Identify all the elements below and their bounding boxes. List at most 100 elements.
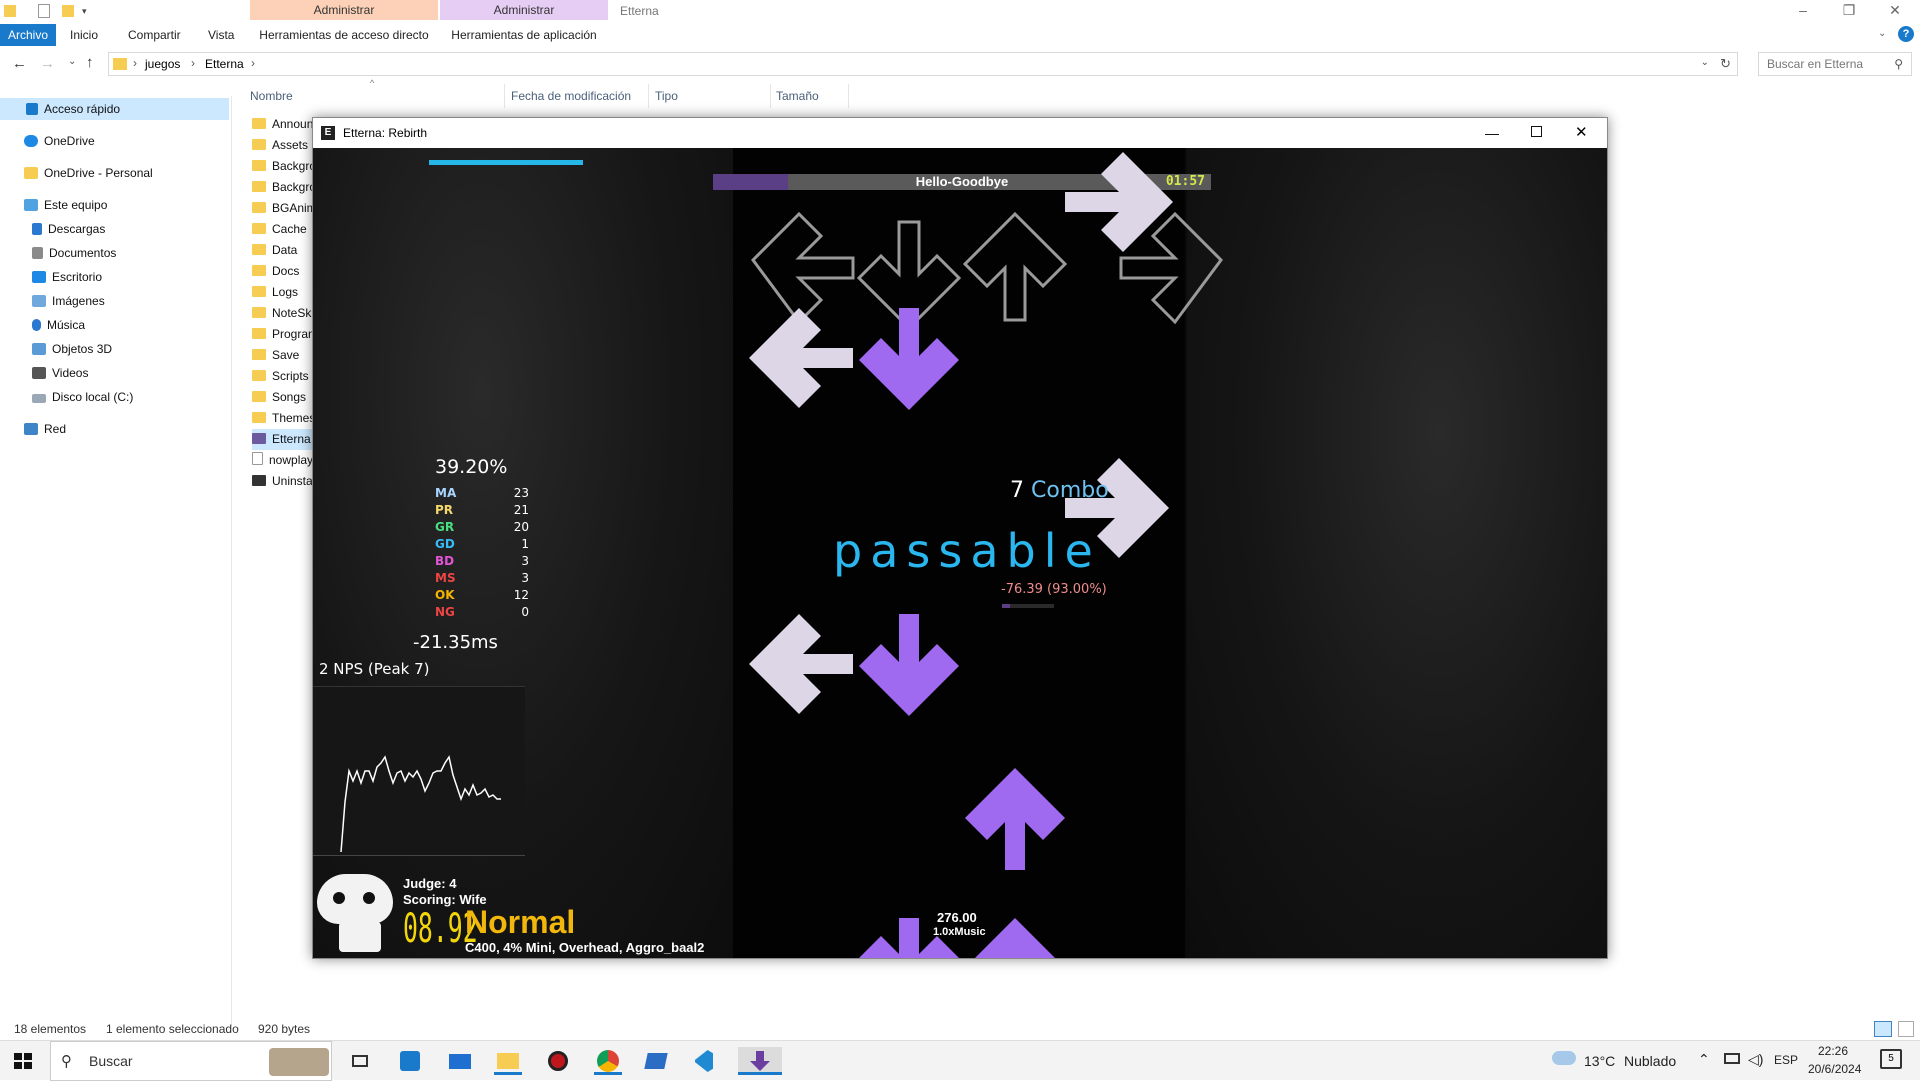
address-dropdown-icon[interactable]: ⌄ — [1701, 57, 1709, 68]
start-button[interactable] — [10, 1047, 38, 1075]
tab-shortcut-tools[interactable]: Herramientas de acceso directo — [250, 24, 438, 46]
task-view-icon[interactable] — [346, 1047, 374, 1075]
nav-onedrive[interactable]: OneDrive — [24, 130, 95, 152]
nav-desktop[interactable]: Escritorio — [32, 266, 102, 288]
address-bar[interactable]: › juegos › Etterna › ⌄ ↻ — [108, 52, 1738, 76]
game-title-bar[interactable]: E Etterna: Rebirth — ✕ — [313, 118, 1607, 148]
refresh-icon[interactable]: ↻ — [1720, 56, 1731, 72]
folder-icon[interactable] — [4, 5, 16, 17]
file-explorer-taskbar-icon[interactable] — [494, 1047, 522, 1075]
tab-app-tools[interactable]: Herramientas de aplicación — [440, 24, 608, 46]
up-arrow-icon[interactable]: ↑ — [86, 54, 94, 71]
nav-this-pc[interactable]: Este equipo — [24, 194, 107, 216]
search-icon: ⚲ — [61, 1053, 72, 1070]
judgment-value: 23 — [513, 486, 529, 500]
breadcrumb-etterna[interactable]: Etterna — [205, 57, 244, 71]
store-glyph — [400, 1051, 420, 1071]
nav-3d-objects[interactable]: Objetos 3D — [32, 338, 112, 360]
column-separator[interactable] — [504, 84, 505, 108]
column-type[interactable]: Tipo — [655, 86, 678, 106]
nav-onedrive-personal[interactable]: OneDrive - Personal — [24, 162, 153, 184]
breadcrumb-juegos[interactable]: juegos — [145, 57, 180, 71]
folder-icon — [252, 139, 266, 150]
close-button[interactable]: ✕ — [1575, 118, 1588, 148]
file-name: Docs — [272, 264, 300, 278]
taskbar-search[interactable]: ⚲ Buscar — [50, 1041, 332, 1081]
notifications-icon[interactable]: 5 — [1880, 1049, 1902, 1069]
mail-icon[interactable] — [446, 1047, 474, 1075]
column-separator[interactable] — [848, 84, 849, 108]
new-folder-icon[interactable] — [62, 5, 74, 17]
clock-date[interactable]: 20/6/2024 — [1808, 1062, 1861, 1076]
judgment-label: GD — [435, 537, 455, 551]
back-arrow-icon[interactable]: ← — [12, 55, 27, 72]
maximize-button[interactable] — [1531, 126, 1542, 137]
customize-toolbar-icon[interactable]: ▾ — [82, 6, 87, 17]
star-icon — [26, 103, 38, 115]
weather-desc[interactable]: Nublado — [1624, 1053, 1676, 1069]
weather-temp[interactable]: 13°C — [1584, 1053, 1615, 1069]
ctx-header-shortcut-tools: Administrar — [250, 0, 438, 20]
combo-count: 7 — [1010, 478, 1024, 503]
computer-icon — [24, 199, 38, 211]
file-name: Backgro — [272, 180, 317, 194]
minimize-button[interactable]: – — [1780, 0, 1826, 22]
tab-archivo[interactable]: Archivo — [0, 24, 56, 46]
player-avatar — [317, 874, 395, 954]
nav-local-disk[interactable]: Disco local (C:) — [32, 386, 133, 408]
column-name[interactable]: Nombre — [250, 86, 293, 106]
cloud-icon — [24, 135, 38, 147]
forward-arrow-icon[interactable]: → — [40, 55, 55, 72]
cloud-icon[interactable] — [1552, 1051, 1576, 1065]
nav-images[interactable]: Imágenes — [32, 290, 105, 312]
restore-button[interactable]: ❐ — [1826, 0, 1872, 22]
column-separator[interactable] — [770, 84, 771, 108]
column-modified[interactable]: Fecha de modificación — [511, 86, 631, 106]
judgment-text: passable — [833, 524, 1101, 578]
properties-icon[interactable] — [38, 4, 50, 18]
powershell-icon[interactable] — [642, 1047, 670, 1075]
column-separator[interactable] — [648, 84, 649, 108]
avatar-body — [339, 922, 381, 952]
tiles-view-icon[interactable] — [1898, 1021, 1914, 1037]
language-indicator[interactable]: ESP — [1774, 1053, 1798, 1067]
network-icon[interactable] — [1724, 1053, 1740, 1064]
store-icon[interactable] — [396, 1047, 424, 1075]
folder-glyph — [497, 1053, 519, 1069]
difficulty-name: Normal — [465, 904, 576, 940]
tab-vista[interactable]: Vista — [198, 24, 244, 46]
nav-quick-access[interactable]: Acceso rápido — [0, 98, 229, 120]
column-size[interactable]: Tamaño — [776, 86, 819, 106]
folder-icon — [252, 412, 266, 423]
clock-time[interactable]: 22:26 — [1818, 1044, 1848, 1058]
game-window-title: Etterna: Rebirth — [343, 126, 428, 140]
close-button[interactable]: ✕ — [1872, 0, 1918, 22]
speaker-icon[interactable]: ◁) — [1748, 1051, 1763, 1068]
minimize-button[interactable]: — — [1485, 118, 1499, 148]
judgment-label: GR — [435, 520, 455, 534]
taskbar: ⚲ Buscar 13°C Nublado ⌃ ◁) ESP 22:26 20/… — [0, 1040, 1920, 1081]
nav-downloads[interactable]: Descargas — [32, 218, 105, 240]
nav-label: Red — [44, 422, 67, 436]
etterna-taskbar-icon[interactable] — [738, 1047, 782, 1075]
nav-documents[interactable]: Documentos — [32, 242, 116, 264]
help-icon[interactable]: ? — [1898, 26, 1914, 42]
tab-inicio[interactable]: Inicio — [60, 24, 108, 46]
expand-ribbon-icon[interactable]: ⌄ — [1878, 28, 1886, 39]
desktop-icon — [32, 271, 46, 283]
nav-music[interactable]: Música — [32, 314, 85, 336]
vscode-icon[interactable] — [690, 1047, 718, 1075]
media-player-icon[interactable] — [544, 1047, 572, 1075]
chevron-up-icon[interactable]: ⌃ — [1698, 1051, 1710, 1068]
judgment-counts: MA 23 PR 21 GR 20 GD 1 BD 3 MS 3 OK 12 NG 0 — [433, 486, 543, 626]
windows-logo-pane — [24, 1053, 32, 1060]
nav-network[interactable]: Red — [24, 418, 66, 440]
nav-label: Acceso rápido — [44, 102, 121, 116]
chrome-icon[interactable] — [594, 1047, 622, 1075]
search-input[interactable]: Buscar en Etterna ⚲ — [1758, 52, 1912, 76]
recent-locations-icon[interactable]: ⌄ — [68, 56, 76, 67]
details-view-icon[interactable] — [1874, 1021, 1892, 1037]
tab-compartir[interactable]: Compartir — [118, 24, 191, 46]
judgment-row-ng: NG 0 — [433, 605, 543, 621]
nav-videos[interactable]: Videos — [32, 362, 88, 384]
